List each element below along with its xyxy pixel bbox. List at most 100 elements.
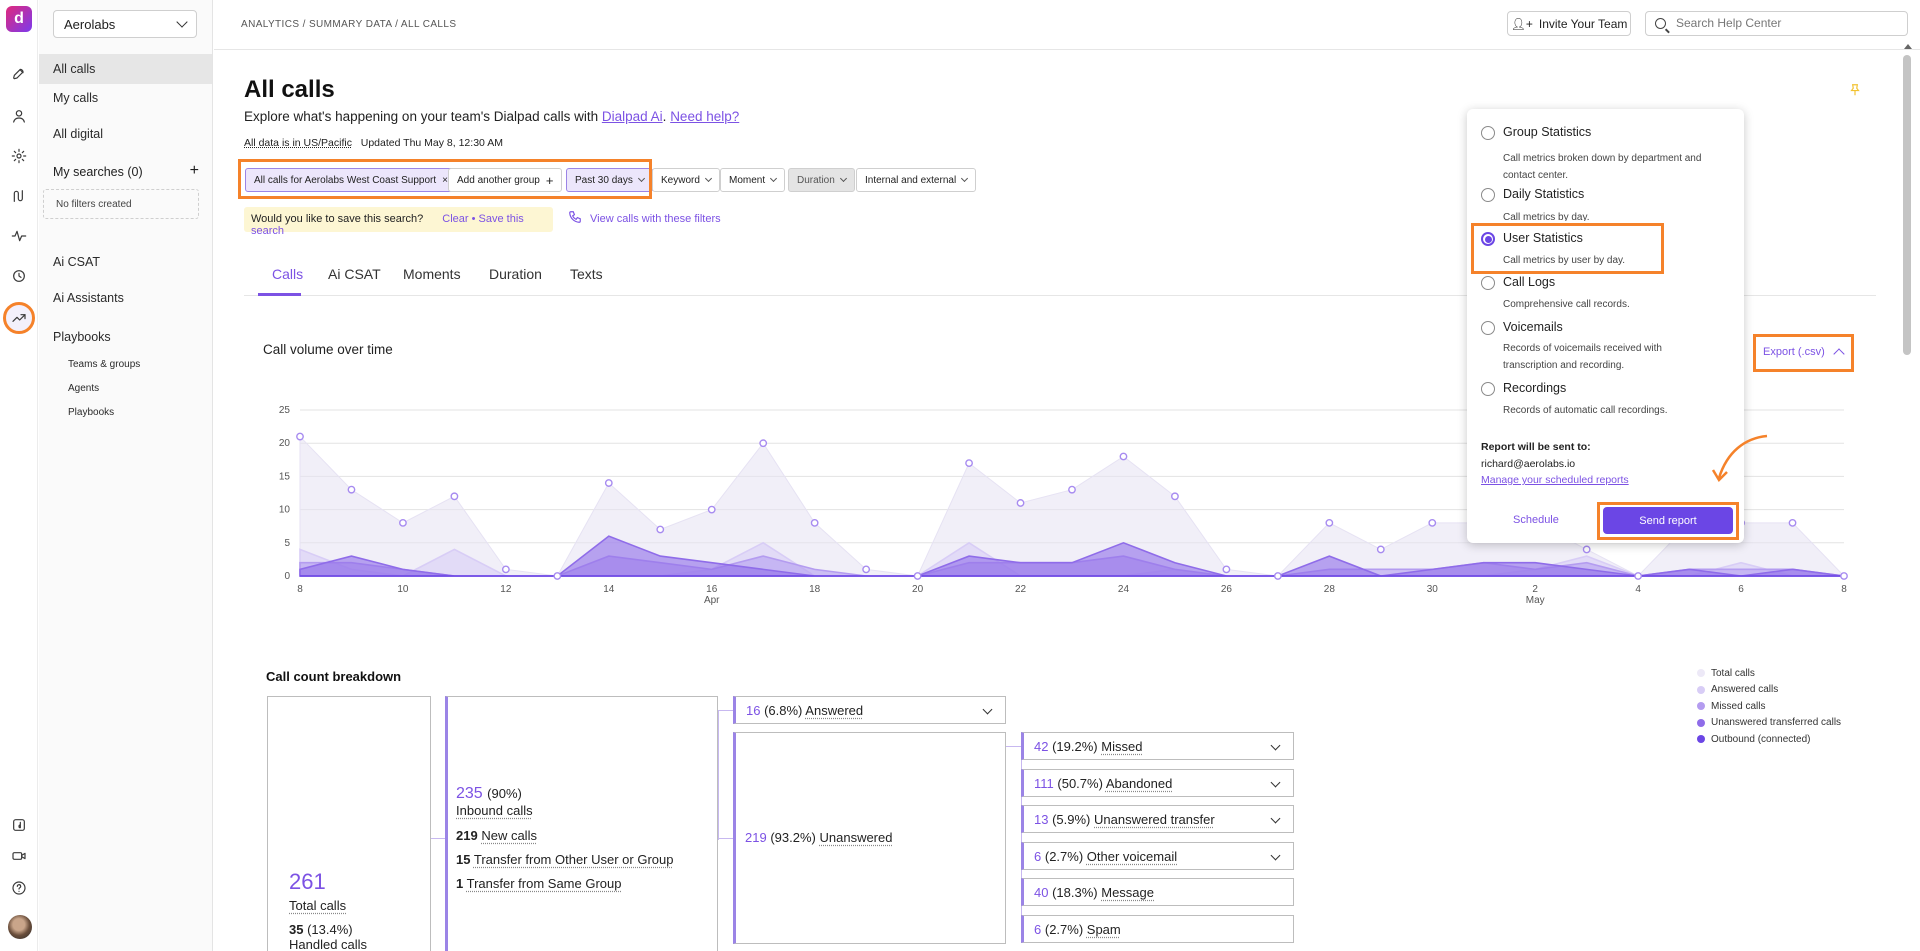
unanswered-label[interactable]: Unanswered	[819, 830, 892, 845]
inbound-calls-box	[445, 696, 718, 951]
sidebar-sub-teams-groups[interactable]: Teams & groups	[68, 359, 140, 370]
chevron-down-icon	[1270, 777, 1281, 788]
answered-row[interactable]: 16 (6.8%) Answered	[733, 696, 1006, 724]
sidebar-sub-playbooks[interactable]: Playbooks	[68, 407, 114, 418]
moment-label: Moment	[729, 174, 766, 186]
breakdown-row-other-voicemail[interactable]: 6 (2.7%) Other voicemail	[1021, 842, 1294, 870]
dialpad-app-icon[interactable]	[9, 815, 29, 835]
tab-ai-csat[interactable]: Ai CSAT	[328, 266, 381, 282]
sidebar-item-ai-csat[interactable]: Ai CSAT	[39, 255, 212, 269]
tab-moments[interactable]: Moments	[403, 266, 461, 282]
radio-button[interactable]	[1481, 126, 1495, 140]
handled-number: 35	[289, 922, 304, 937]
scrollbar-thumb[interactable]	[1903, 55, 1911, 355]
my-searches-row: My searches (0) +	[53, 163, 199, 180]
option-title: Daily Statistics	[1503, 187, 1585, 201]
breakdown-row-missed[interactable]: 42 (19.2%) Missed	[1021, 732, 1294, 760]
transfer-same-number: 1	[456, 876, 464, 891]
unanswered-pct: (93.2%)	[770, 830, 816, 845]
breakdown-row-abandoned[interactable]: 111 (50.7%) Abandoned	[1021, 769, 1294, 797]
data-point	[913, 572, 922, 580]
timezone-line: All data is in US/Pacific Updated Thu Ma…	[244, 137, 503, 149]
subtitle-text: Explore what's happening on your team's …	[244, 109, 602, 124]
invite-team-button[interactable]: 👤︎+ Invite Your Team	[1507, 11, 1631, 36]
sidebar-item-all-calls[interactable]: All calls	[39, 54, 212, 84]
page-title: All calls	[244, 76, 335, 103]
radio-button[interactable]	[1481, 276, 1495, 290]
transfer-same-label[interactable]: Transfer from Same Group	[467, 876, 622, 891]
scroll-up-arrow[interactable]	[1904, 44, 1912, 49]
analytics-trend-icon[interactable]	[9, 308, 29, 328]
pin-icon[interactable]	[1848, 82, 1862, 98]
row-label: Missed	[1101, 739, 1143, 754]
user-avatar[interactable]	[8, 915, 32, 939]
total-calls-label[interactable]: Total calls	[289, 898, 346, 913]
breakdown-row-message[interactable]: 40 (18.3%) Message	[1021, 878, 1294, 906]
x-tick-label: 30	[1427, 584, 1439, 595]
search-icon	[1655, 18, 1666, 29]
x-tick-label: 18	[809, 584, 821, 595]
sidebar-item-playbooks[interactable]: Playbooks	[39, 330, 212, 344]
new-calls-label[interactable]: New calls	[481, 828, 537, 843]
icon-rail: d	[0, 0, 38, 951]
row-number: 13	[1034, 812, 1049, 827]
option-title: Group Statistics	[1503, 125, 1592, 139]
y-tick-label: 20	[279, 438, 291, 449]
legend-swatch	[1697, 735, 1705, 744]
filter-chip-internal[interactable]: Internal and external	[856, 168, 977, 192]
org-select[interactable]: Aerolabs	[53, 10, 197, 38]
tab-duration[interactable]: Duration	[489, 266, 542, 282]
breakdown-row-unanswered-transfer[interactable]: 13 (5.9%) Unanswered transfer	[1021, 805, 1294, 833]
sidebar-sub-agents[interactable]: Agents	[68, 383, 99, 394]
tab-calls[interactable]: Calls	[272, 266, 303, 282]
y-tick-label: 0	[284, 571, 290, 582]
dialpad-logo-icon[interactable]: d	[6, 6, 32, 32]
rocket-icon[interactable]	[9, 64, 29, 84]
schedule-button[interactable]: Schedule	[1513, 514, 1559, 526]
data-point	[1222, 565, 1231, 574]
chevron-down-icon	[961, 174, 969, 183]
sidebar-item-my-calls[interactable]: My calls	[39, 91, 212, 105]
breakdown-connector	[718, 838, 734, 839]
tab-texts[interactable]: Texts	[570, 266, 603, 282]
history-icon[interactable]	[9, 266, 29, 286]
need-help-link[interactable]: Need help?	[670, 109, 739, 124]
view-calls-link[interactable]: View calls with these filters	[568, 210, 721, 227]
analytics-sidebar: Aerolabs All calls My calls All digital …	[39, 0, 213, 951]
inbound-calls-label[interactable]: Inbound calls	[456, 803, 533, 818]
answered-pct: (6.8%)	[764, 703, 803, 718]
sidebar-item-ai-assistants[interactable]: Ai Assistants	[39, 291, 212, 305]
legend-item[interactable]: Missed calls	[1697, 698, 1841, 715]
person-icon[interactable]	[9, 106, 29, 126]
filter-chip-keyword[interactable]: Keyword	[652, 168, 720, 192]
legend-item[interactable]: Answered calls	[1697, 682, 1841, 699]
manage-scheduled-reports-link[interactable]: Manage your scheduled reports	[1481, 474, 1629, 486]
updated-label: Updated Thu May 8, 12:30 AM	[360, 137, 503, 149]
legend-item[interactable]: Outbound (connected)	[1697, 731, 1841, 748]
help-icon[interactable]	[9, 878, 29, 898]
radio-button[interactable]	[1481, 321, 1495, 335]
legend-item[interactable]: Unanswered transferred calls	[1697, 715, 1841, 732]
help-search-input[interactable]: Search Help Center	[1645, 11, 1908, 36]
radio-button[interactable]	[1481, 382, 1495, 396]
filter-chip-moment[interactable]: Moment	[720, 168, 786, 192]
transfer-other-label[interactable]: Transfer from Other User or Group	[474, 852, 674, 867]
filter-chip-duration[interactable]: Duration	[788, 168, 855, 192]
dialpad-ai-link[interactable]: Dialpad Ai	[602, 109, 663, 124]
routing-icon[interactable]	[9, 186, 29, 206]
report-sent-to-label: Report will be sent to:	[1481, 441, 1591, 453]
video-icon[interactable]	[9, 846, 29, 866]
gear-icon[interactable]	[9, 146, 29, 166]
sidebar-item-all-digital[interactable]: All digital	[39, 127, 212, 141]
activity-icon[interactable]	[9, 226, 29, 246]
transfer-other-line: 15 Transfer from Other User or Group	[456, 852, 674, 867]
add-search-icon[interactable]: +	[190, 163, 199, 179]
radio-button[interactable]	[1481, 188, 1495, 202]
legend-label: Outbound (connected)	[1711, 733, 1811, 745]
breakdown-row-spam[interactable]: 6 (2.7%) Spam	[1021, 915, 1294, 943]
data-point	[553, 572, 562, 580]
handled-calls-label[interactable]: Handled calls	[289, 937, 367, 951]
save-question: Would you like to save this search?	[251, 213, 424, 225]
legend-item[interactable]: Total calls	[1697, 665, 1841, 682]
data-point	[450, 492, 459, 501]
